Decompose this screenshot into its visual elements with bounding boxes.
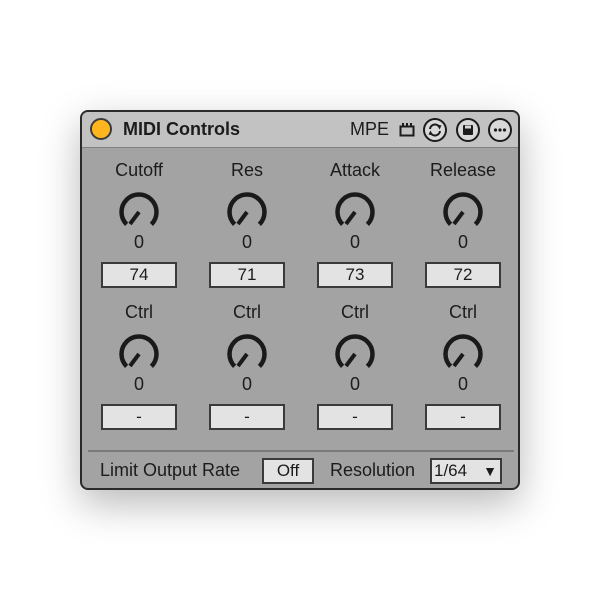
power-icon[interactable]: [90, 118, 112, 140]
control-7: Ctrl 0 -: [305, 302, 405, 442]
control-label: Ctrl: [341, 302, 369, 322]
knob-value: 0: [241, 374, 252, 394]
cc-number-box[interactable]: -: [425, 404, 501, 430]
control-label: Cutoff: [115, 160, 163, 180]
cc-number-box[interactable]: 73: [317, 262, 393, 288]
cc-number-box[interactable]: -: [317, 404, 393, 430]
cc-number-box[interactable]: -: [209, 404, 285, 430]
sync-icon[interactable]: [423, 118, 447, 142]
footer-divider: [88, 450, 514, 452]
resolution-value: 1/64: [434, 461, 468, 480]
knob-value: 0: [457, 374, 468, 394]
control-6: Ctrl 0 -: [197, 302, 297, 442]
cc-number-box[interactable]: 74: [101, 262, 177, 288]
knob[interactable]: [437, 186, 489, 238]
knob[interactable]: [329, 328, 381, 380]
knob[interactable]: [221, 186, 273, 238]
knob-value: 0: [349, 374, 360, 394]
knob-value: 0: [241, 232, 252, 252]
more-icon[interactable]: [488, 118, 512, 142]
control-4: Release 0 72: [413, 160, 513, 300]
cc-number-box[interactable]: 72: [425, 262, 501, 288]
midi-controls-device: MIDI Controls MPE Cutoff 0 74 Res 0 71 A…: [80, 110, 520, 490]
mpe-label: MPE: [350, 119, 390, 139]
device-title: MIDI Controls: [123, 119, 240, 139]
resolution-label: Resolution: [330, 460, 416, 480]
control-label: Attack: [329, 160, 381, 180]
control-label: Ctrl: [449, 302, 477, 322]
control-8: Ctrl 0 -: [413, 302, 513, 442]
knob-value: 0: [133, 374, 144, 394]
control-label: Res: [230, 160, 263, 180]
knob[interactable]: [113, 328, 165, 380]
knob[interactable]: [329, 186, 381, 238]
control-5: Ctrl 0 -: [89, 302, 189, 442]
mpe-plug-icon[interactable]: [399, 122, 415, 138]
chevron-down-icon: ▼: [483, 463, 497, 479]
cc-number-box[interactable]: 71: [209, 262, 285, 288]
device-title-bar: MIDI Controls MPE: [82, 112, 518, 148]
cc-number-box[interactable]: -: [101, 404, 177, 430]
control-label: Release: [429, 160, 497, 180]
knob-value: 0: [457, 232, 468, 252]
control-2: Res 0 71: [197, 160, 297, 300]
knob-value: 0: [349, 232, 360, 252]
knob[interactable]: [113, 186, 165, 238]
knob[interactable]: [221, 328, 273, 380]
knob-value: 0: [133, 232, 144, 252]
limit-output-rate-label: Limit Output Rate: [100, 460, 241, 480]
resolution-dropdown[interactable]: 1/64 ▼: [430, 458, 502, 484]
save-icon[interactable]: [456, 118, 480, 142]
control-1: Cutoff 0 74: [89, 160, 189, 300]
knob[interactable]: [437, 328, 489, 380]
control-label: Ctrl: [125, 302, 153, 322]
limit-output-rate-toggle[interactable]: Off: [262, 458, 314, 484]
control-3: Attack 0 73: [305, 160, 405, 300]
control-label: Ctrl: [233, 302, 261, 322]
